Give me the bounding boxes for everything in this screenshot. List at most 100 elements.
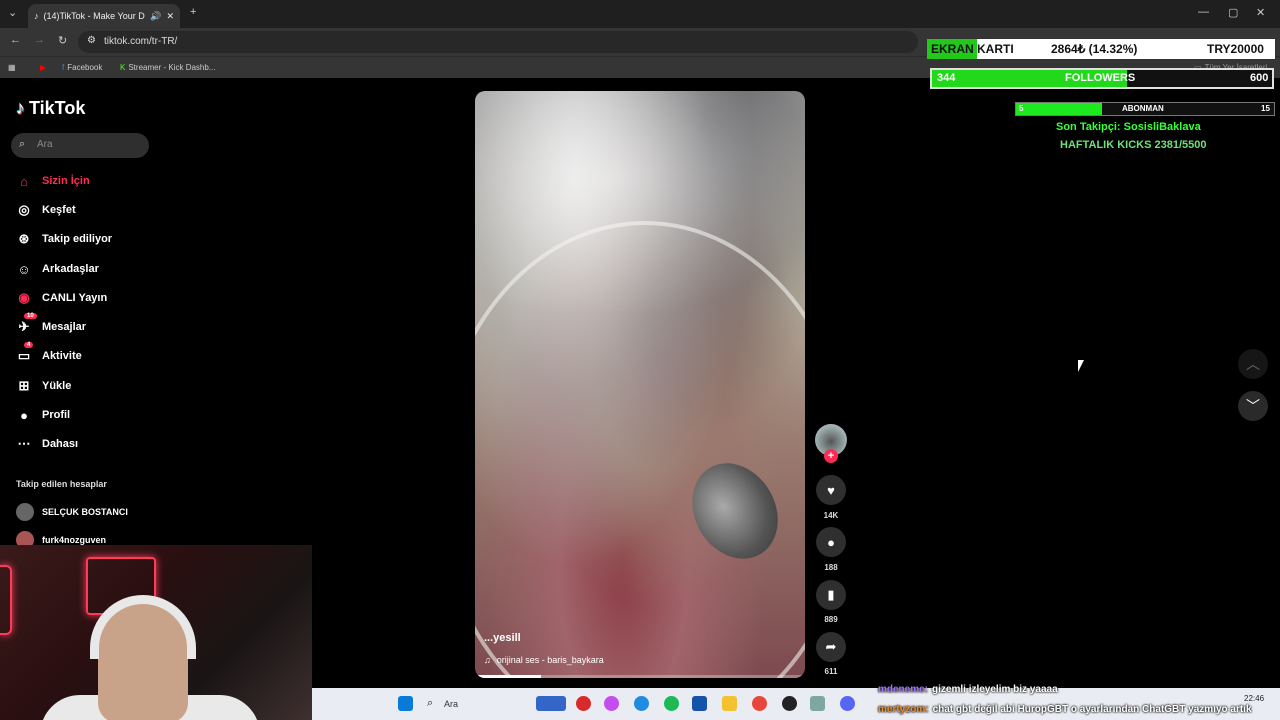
goal-current: 2864₺ (14.32%) [1051, 42, 1138, 56]
edge-icon[interactable] [634, 696, 649, 711]
reload-icon[interactable]: ↻ [58, 34, 67, 47]
following-icon: ⊛ [18, 231, 30, 246]
avatar [16, 503, 34, 521]
followers-label: FOLLOWERS [1065, 72, 1136, 84]
tab-close-icon[interactable]: ✕ [166, 11, 174, 22]
goal-target: TRY20000 [1207, 42, 1264, 56]
tiktok-logo[interactable]: ♪ TikTok [16, 98, 85, 119]
subscriber-goal-bar: 5 ABONMAN 15 [1015, 102, 1275, 116]
tab-audio-icon[interactable]: 🔊 [150, 11, 161, 22]
profile-icon: ● [20, 407, 28, 423]
home-icon: ⌂ [20, 173, 28, 189]
facebook-icon: f [62, 63, 65, 72]
forward-icon[interactable]: → [34, 34, 45, 46]
apps-icon[interactable]: ▦ [8, 63, 16, 72]
goal-title: EKRAN KARTI [931, 42, 1014, 56]
site-info-icon[interactable]: ⚙ [87, 35, 96, 46]
video-sound[interactable]: ♫ orijinal ses - baris_baykara [484, 655, 604, 665]
video-caption[interactable]: ...yesill [484, 632, 521, 644]
share-count: 611 [824, 667, 838, 676]
nav-friends[interactable]: ☺ Arkadaşlar [16, 259, 99, 279]
new-tab-icon[interactable]: + [190, 6, 196, 18]
discord-icon[interactable] [840, 696, 855, 711]
widgets-icon[interactable] [536, 696, 566, 711]
nav-activity[interactable]: ▭ 4 Aktivite [16, 342, 82, 366]
copilot-icon[interactable] [604, 696, 619, 711]
comment-icon: ● [827, 534, 835, 550]
subscriber-label: ABONMAN [1122, 104, 1164, 113]
browser-tab[interactable]: ♪ (14)TikTok - Make Your Day 🔊 ✕ [28, 4, 180, 28]
neon-light [0, 565, 12, 635]
tab-title: (14)TikTok - Make Your Day [43, 11, 146, 21]
chat-text: chat gbt değil abi HuropGBT o ayarlarınd… [932, 704, 1252, 715]
friends-icon: ☺ [17, 261, 31, 277]
tiktok-note-icon: ♪ [16, 98, 25, 118]
subscriber-current: 5 [1019, 104, 1024, 113]
followers-target: 600 [1250, 72, 1269, 84]
windows-start-icon[interactable] [398, 696, 413, 711]
store-icon[interactable] [692, 696, 707, 711]
minimize-icon[interactable]: — [1198, 6, 1209, 18]
obs-icon[interactable] [782, 696, 797, 711]
more-icon: ⋯ [17, 436, 31, 451]
messages-badge: 10 [24, 313, 37, 319]
file-explorer-icon[interactable] [722, 696, 737, 711]
chrome-icon[interactable] [752, 696, 767, 711]
bookmark-kick[interactable]: K Streamer - Kick Dashb... [120, 63, 215, 72]
donation-goal-bar: EKRAN KARTI 2864₺ (14.32%) TRY20000 [926, 38, 1276, 60]
like-count: 14K [823, 511, 839, 520]
browser-titlebar: ⌄ ♪ (14)TikTok - Make Your Day 🔊 ✕ + — ▢… [0, 0, 1280, 28]
music-note-icon: ♫ [484, 655, 491, 665]
nav-more[interactable]: ⋯ Dahası [16, 434, 79, 454]
chevron-down-icon: ﹀ [1246, 398, 1260, 414]
upload-icon: ⊞ [18, 378, 30, 393]
comment-count: 188 [824, 563, 838, 572]
url-field[interactable]: ⚙ tiktok.com/tr-TR/ [78, 31, 918, 53]
chat-text: gizemli izleyelim biz yaaaa [932, 684, 1058, 695]
video-player[interactable] [475, 91, 805, 678]
followers-current: 344 [937, 72, 956, 84]
following-account[interactable]: SELÇUK BOSTANCI [16, 503, 128, 521]
back-icon[interactable]: ← [10, 34, 21, 46]
tab-search-icon[interactable]: ⌄ [8, 6, 17, 19]
maximize-icon[interactable]: ▢ [1228, 6, 1238, 19]
nav-explore[interactable]: ◎ Keşfet [16, 200, 75, 220]
bookmark-facebook[interactable]: f Facebook [62, 63, 102, 72]
video-steam [475, 91, 805, 311]
bookmark-icon: ▮ [827, 587, 835, 602]
search-input[interactable]: ⌕ Ara [11, 133, 149, 158]
close-window-icon[interactable]: ✕ [1256, 6, 1265, 19]
previous-video-button[interactable]: ︿ [1238, 349, 1268, 379]
url-text: tiktok.com/tr-TR/ [104, 36, 178, 47]
following-accounts-heading: Takip edilen hesaplar [16, 479, 107, 489]
search-icon: ⌕ [19, 138, 26, 150]
activity-badge: 4 [24, 342, 34, 348]
taskbar-clock: 22:46 [1244, 694, 1265, 703]
nav-following[interactable]: ⊛ Takip ediliyor [16, 229, 113, 249]
app-red-icon[interactable] [576, 696, 591, 711]
nav-live[interactable]: ◉ CANLI Yayın [16, 288, 107, 308]
share-button[interactable]: ➦ [816, 632, 846, 662]
like-button[interactable]: ♥ [816, 475, 846, 505]
mouse-cursor-icon [1078, 360, 1090, 372]
chat-message: mdeneme: gizemli izleyelim biz yaaaa [878, 684, 1058, 695]
messages-icon: ✈ 10 [16, 313, 37, 335]
video-progress-bar[interactable] [475, 675, 805, 678]
comment-button[interactable]: ● [816, 527, 846, 557]
follow-plus-icon[interactable]: + [824, 449, 838, 463]
app-icon[interactable] [810, 696, 825, 711]
nav-messages[interactable]: ✈ 10 Mesajlar [16, 313, 86, 337]
video-progress-fill [475, 675, 541, 678]
taskbar-search[interactable]: ⌕ Ara [418, 694, 528, 714]
next-video-button[interactable]: ﹀ [1238, 391, 1268, 421]
followers-goal-bar: 344 FOLLOWERS 600 [930, 68, 1274, 89]
save-button[interactable]: ▮ [816, 580, 846, 610]
nav-profile[interactable]: ● Profil [16, 405, 70, 425]
nav-upload[interactable]: ⊞ Yükle [16, 376, 72, 396]
chat-username: mdeneme: [878, 684, 929, 695]
chevron-up-icon: ︿ [1246, 356, 1260, 372]
spotify-icon[interactable] [664, 696, 679, 711]
live-icon: ◉ [18, 290, 30, 305]
youtube-bookmark-icon[interactable]: ▶ [40, 63, 46, 72]
nav-for-you[interactable]: ⌂ Sizin İçin [16, 171, 90, 191]
